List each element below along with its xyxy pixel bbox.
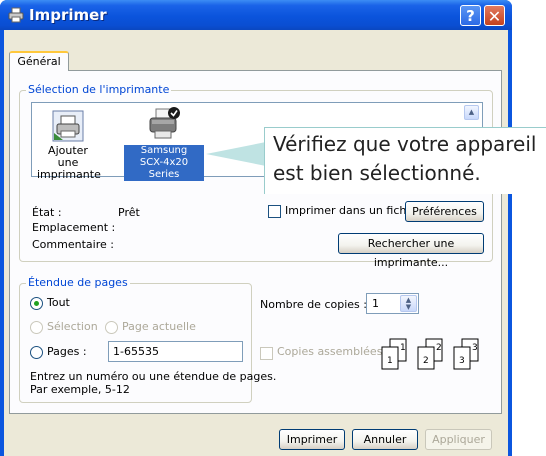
scroll-up-icon[interactable]: ▲	[464, 105, 479, 120]
callout-line1: Vérifiez que votre appareil	[273, 132, 537, 156]
preferences-button[interactable]: Préférences	[405, 201, 484, 222]
add-printer-label-line1: Ajouter une	[48, 144, 88, 169]
close-button[interactable]: ✕	[484, 5, 505, 26]
page-range-title: Étendue de pages	[26, 276, 130, 289]
collate-label[interactable]: Copies assemblées	[277, 346, 382, 358]
add-printer-label[interactable]: Ajouter une imprimante	[37, 144, 101, 181]
pages-help-text-2: Par exemple, 5-12	[30, 383, 130, 396]
printer-icon	[8, 7, 24, 23]
radio-current-page-label[interactable]: Page actuelle	[122, 321, 196, 333]
callout-arrow	[206, 142, 266, 166]
add-printer-label-line2: imprimante	[37, 168, 101, 181]
pages-help-text-1: Entrez un numéro ou une étendue de pages…	[30, 370, 277, 383]
add-printer-icon[interactable]	[51, 109, 85, 143]
callout-text: Vérifiez que votre appareil est bien sél…	[273, 130, 543, 188]
tab-general[interactable]: Général	[9, 51, 69, 71]
samsung-label-line2: SCX-4x20 Series	[139, 157, 189, 180]
collate-illustration-icon: 1 1 2 2 3 3	[381, 338, 479, 370]
collate-number-1a: 1	[400, 343, 406, 353]
window-title: Imprimer	[29, 6, 107, 24]
print-to-file-label[interactable]: Imprimer dans un fichier	[285, 205, 421, 217]
print-to-file-checkbox[interactable]	[268, 205, 281, 218]
location-label: Emplacement :	[32, 221, 116, 234]
samsung-label-line1: Samsung	[140, 145, 188, 156]
comment-label: Commentaire :	[32, 238, 114, 251]
status-label: État :	[32, 206, 62, 219]
collate-number-3b: 3	[459, 356, 465, 366]
callout-line2: est bien sélectionné.	[273, 161, 481, 185]
collate-number-2a: 2	[436, 343, 442, 353]
help-button[interactable]: ?	[460, 5, 481, 26]
collate-number-1b: 1	[387, 356, 393, 366]
samsung-printer-icon[interactable]	[146, 106, 182, 142]
radio-selection[interactable]	[30, 321, 43, 334]
copies-spinner-icon[interactable]: ▲ ▼	[400, 295, 417, 312]
radio-pages-label[interactable]: Pages :	[47, 346, 87, 358]
radio-all-label[interactable]: Tout	[47, 297, 70, 309]
printer-selection-title: Sélection de l'imprimante	[26, 83, 172, 96]
radio-current-page[interactable]	[105, 321, 118, 334]
radio-all-pages[interactable]	[30, 297, 43, 310]
find-printer-button[interactable]: Rechercher une imprimante...	[338, 233, 484, 269]
radio-selection-label[interactable]: Sélection	[47, 321, 98, 333]
print-button[interactable]: Imprimer	[279, 429, 345, 450]
copies-label: Nombre de copies :	[260, 298, 367, 311]
radio-selected-dot	[34, 301, 39, 306]
pages-input[interactable]: 1-65535	[108, 341, 243, 362]
apply-button[interactable]: Appliquer	[425, 429, 492, 450]
samsung-printer-label[interactable]: Samsung SCX-4x20 Series	[124, 145, 204, 181]
collate-checkbox[interactable]	[260, 347, 273, 360]
cancel-button[interactable]: Annuler	[352, 429, 418, 450]
radio-pages[interactable]	[30, 346, 43, 359]
status-value: Prêt	[118, 206, 140, 219]
collate-number-3a: 3	[472, 343, 478, 353]
collate-number-2b: 2	[423, 356, 429, 366]
